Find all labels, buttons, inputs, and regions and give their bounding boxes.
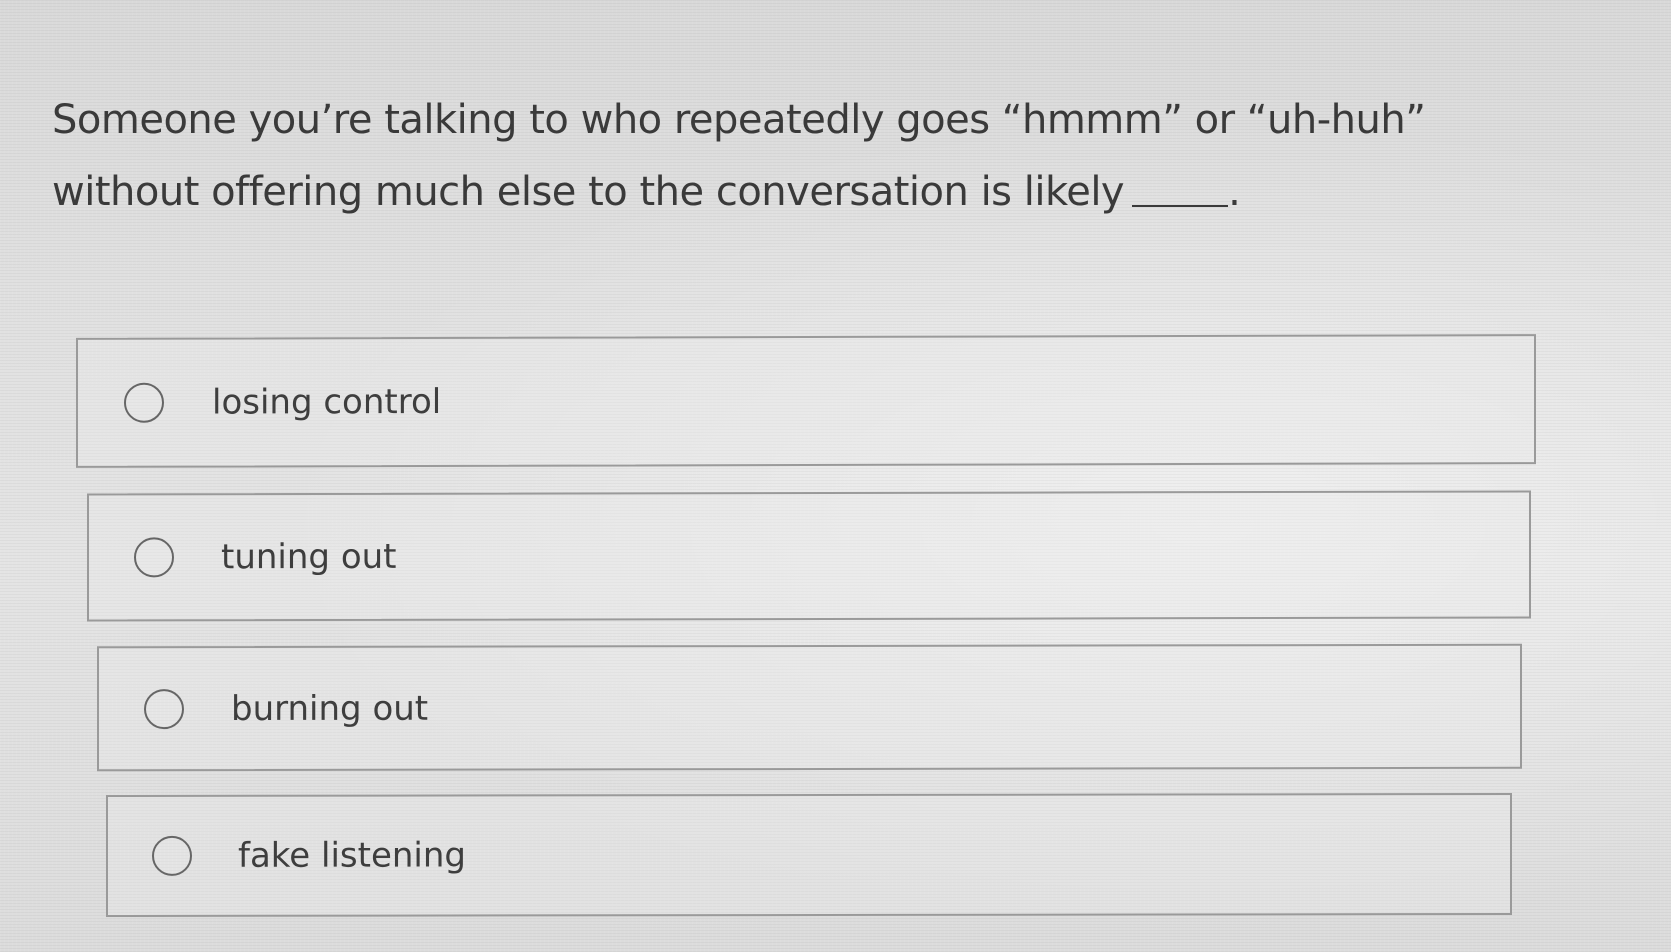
question-text: Someone you’re talking to who repeatedly…: [52, 97, 1426, 215]
answer-option-tuning-out[interactable]: tuning out: [87, 490, 1531, 622]
option-label: tuning out: [221, 536, 397, 578]
option-label: losing control: [212, 381, 442, 423]
answer-option-burning-out[interactable]: burning out: [97, 643, 1522, 772]
answer-option-losing-control[interactable]: losing control: [76, 334, 1536, 468]
answer-option-fake-listening[interactable]: fake listening: [106, 793, 1512, 917]
radio-unchecked-icon[interactable]: [134, 537, 174, 578]
radio-unchecked-icon[interactable]: [152, 835, 192, 876]
option-label: fake listening: [238, 835, 466, 876]
question-end-punctuation: .: [1228, 169, 1241, 215]
radio-unchecked-icon[interactable]: [124, 382, 164, 423]
option-label: burning out: [231, 688, 429, 729]
radio-unchecked-icon[interactable]: [144, 688, 184, 729]
answer-blank: [1132, 205, 1229, 207]
question-prompt: Someone you’re talking to who repeatedly…: [52, 84, 1492, 228]
